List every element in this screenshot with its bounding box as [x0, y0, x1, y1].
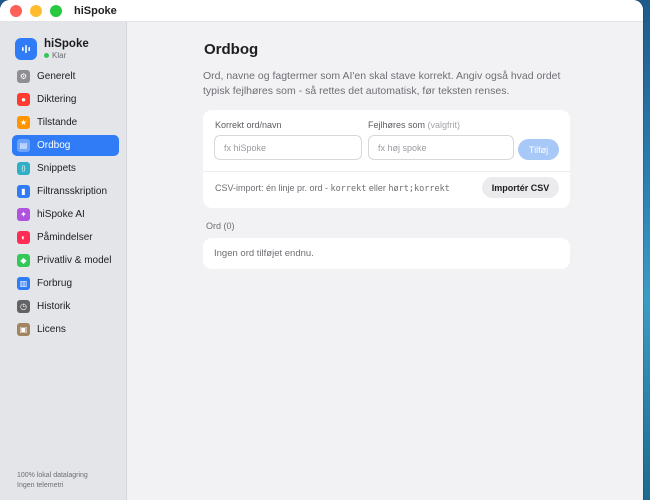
- add-word-card: Korrekt ord/navn fx hiSpoke Fejlhøres so…: [203, 110, 570, 208]
- app-window: hiSpoke hiSpoke Klar ⚙ Generelt ● Diktering…: [0, 0, 643, 500]
- misheard-label-text: Fejlhøres som: [368, 120, 426, 130]
- csv-format-code-alt: hørt;korrekt: [388, 184, 450, 194]
- license-icon: ▣: [17, 323, 30, 336]
- sidebar-item-licens[interactable]: ▣ Licens: [12, 319, 119, 340]
- optional-hint: (valgfrit): [427, 120, 461, 130]
- correct-word-input[interactable]: fx hiSpoke: [214, 135, 362, 160]
- sidebar-item-label: hiSpoke AI: [37, 209, 85, 220]
- empty-state-text: Ingen ord tilføjet endnu.: [214, 248, 314, 259]
- braces-icon: {}: [17, 162, 30, 175]
- sidebar-item-label: Generelt: [37, 71, 76, 82]
- star-icon: ★: [17, 116, 30, 129]
- csv-format-code: korrekt: [330, 184, 367, 194]
- sidebar-item-label: Filtransskription: [37, 186, 108, 197]
- status-text: Klar: [52, 50, 67, 60]
- csv-hint-middle: eller: [366, 183, 389, 193]
- sidebar-item-label: Snippets: [37, 163, 76, 174]
- add-button[interactable]: Tilføj: [518, 139, 559, 160]
- sidebar-item-filtransskription[interactable]: ▮ Filtransskription: [12, 181, 119, 202]
- minimize-window-button[interactable]: [30, 4, 42, 17]
- import-csv-button[interactable]: Importér CSV: [482, 177, 559, 198]
- title-bar: hiSpoke: [0, 0, 643, 22]
- zoom-window-button[interactable]: [50, 4, 62, 17]
- sparkle-icon: ✦: [17, 208, 30, 221]
- sidebar-item-tilstande[interactable]: ★ Tilstande: [12, 112, 119, 133]
- sidebar-footer: 100% lokal datalagring Ingen telemetri: [17, 471, 88, 491]
- sidebar-item-label: Ordbog: [37, 140, 71, 151]
- sidebar-item-label: Diktering: [37, 94, 77, 105]
- words-count-label: Ord (0): [206, 221, 235, 231]
- window-title: hiSpoke: [74, 4, 117, 17]
- shield-icon: ◆: [17, 254, 30, 267]
- sidebar-item-generelt[interactable]: ⚙ Generelt: [12, 66, 119, 87]
- sidebar-item-forbrug[interactable]: ▥ Forbrug: [12, 273, 119, 294]
- sidebar: hiSpoke Klar ⚙ Generelt ● Diktering ★ Tilstan…: [0, 22, 127, 500]
- book-icon: ▤: [17, 139, 30, 152]
- sidebar-item-historik[interactable]: ◷ Historik: [12, 296, 119, 317]
- page-description: Ord, navne og fagtermer som AI'en skal s…: [203, 70, 561, 97]
- sidebar-nav: ⚙ Generelt ● Diktering ★ Tilstande ▤ Ordbog {} Sn…: [0, 66, 126, 340]
- empty-words-list: Ingen ord tilføjet endnu.: [203, 238, 570, 269]
- waveform-icon: [15, 38, 37, 60]
- sidebar-item-label: Licens: [37, 324, 66, 335]
- brand: hiSpoke Klar: [0, 22, 126, 66]
- footer-storage-text: 100% lokal datalagring: [17, 472, 88, 479]
- misheard-label: Fejlhøres som (valgfrit): [368, 120, 460, 130]
- clock-icon: ◷: [17, 300, 30, 313]
- page-title: Ordbog: [204, 41, 259, 58]
- sidebar-item-snippets[interactable]: {} Snippets: [12, 158, 119, 179]
- document-icon: ▮: [17, 185, 30, 198]
- footer-telemetry-text: Ingen telemetri: [17, 482, 64, 489]
- sidebar-item-ordbog[interactable]: ▤ Ordbog: [12, 135, 119, 156]
- csv-import-hint: CSV-import: én linje pr. ord - korrekt e…: [215, 183, 450, 194]
- csv-hint-prefix: CSV-import: én linje pr. ord -: [215, 183, 331, 193]
- sidebar-item-label: Tilstande: [37, 117, 78, 128]
- sidebar-item-label: Påmindelser: [37, 232, 93, 243]
- sidebar-item-privatliv-model[interactable]: ◆ Privatliv & model: [12, 250, 119, 271]
- misheard-input[interactable]: fx høj spoke: [368, 135, 514, 160]
- sidebar-item-label: Forbrug: [37, 278, 73, 289]
- sidebar-item-påmindelser[interactable]: ◐ Påmindelser: [12, 227, 119, 248]
- chart-icon: ▥: [17, 277, 30, 290]
- sidebar-item-label: Historik: [37, 301, 71, 312]
- window-controls: [10, 4, 62, 17]
- correct-word-label: Korrekt ord/navn: [215, 120, 282, 130]
- bell-icon: ◐: [17, 231, 30, 244]
- status-indicator: Klar: [44, 51, 89, 61]
- sidebar-item-diktering[interactable]: ● Diktering: [12, 89, 119, 110]
- status-dot-icon: [44, 53, 49, 58]
- microphone-icon: ●: [17, 93, 30, 106]
- brand-name: hiSpoke: [44, 37, 89, 50]
- main-content: Ordbog Ord, navne og fagtermer som AI'en…: [128, 22, 643, 500]
- divider: [203, 171, 570, 172]
- sidebar-item-label: Privatliv & model: [37, 255, 112, 266]
- gear-icon: ⚙: [17, 70, 30, 83]
- close-window-button[interactable]: [10, 4, 22, 17]
- sidebar-item-hispoke-ai[interactable]: ✦ hiSpoke AI: [12, 204, 119, 225]
